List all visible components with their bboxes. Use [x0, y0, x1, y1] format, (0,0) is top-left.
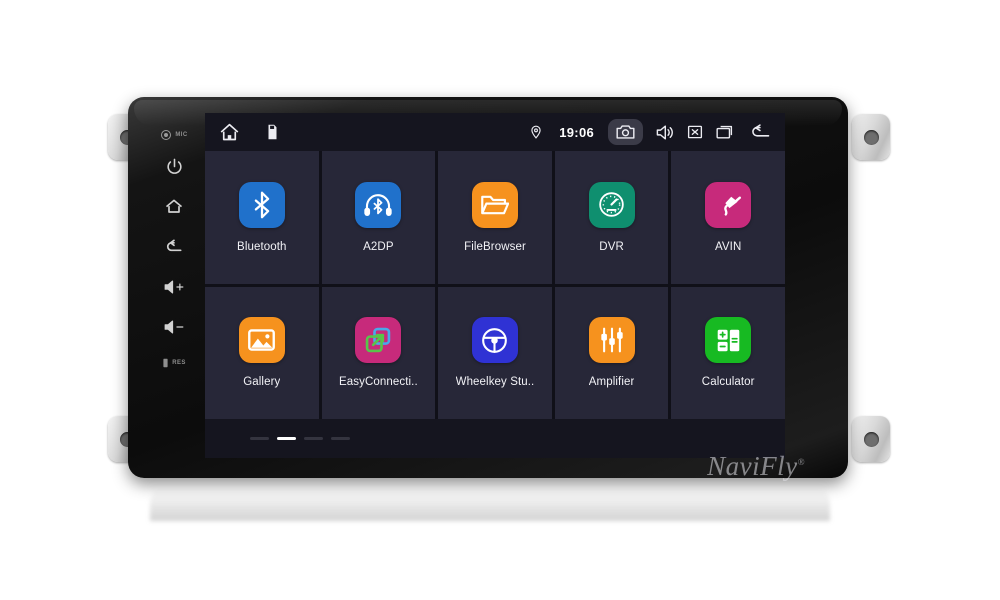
- home-icon[interactable]: [219, 122, 240, 143]
- back-arrow-icon[interactable]: [748, 123, 771, 142]
- steering-wheel-icon: [471, 317, 518, 364]
- page-indicator[interactable]: [205, 419, 785, 458]
- volume-up-button[interactable]: [159, 273, 189, 301]
- app-tile-bluetooth[interactable]: Bluetooth: [205, 151, 319, 284]
- app-label: Bluetooth: [237, 240, 287, 253]
- home-hardkey[interactable]: [159, 193, 189, 221]
- speedometer-icon: [588, 181, 635, 228]
- status-clock: 19:06: [559, 124, 594, 140]
- recent-apps-icon[interactable]: [716, 123, 736, 141]
- mic-button[interactable]: MIC: [159, 128, 189, 143]
- mounting-bracket-top-right: [852, 114, 890, 160]
- app-grid: Bluetooth A2DP FileBrowser DVR AVIN Gall…: [205, 151, 785, 419]
- device-reflection: [150, 479, 830, 521]
- location-pin-icon: [529, 125, 543, 139]
- app-tile-easyconnection[interactable]: EasyConnecti..: [321, 286, 436, 419]
- audio-jack-icon: [705, 181, 752, 228]
- app-tile-gallery[interactable]: Gallery: [205, 286, 319, 419]
- app-tile-a2dp[interactable]: A2DP: [321, 151, 436, 284]
- page-dot-active[interactable]: [277, 437, 296, 440]
- camera-icon[interactable]: [608, 119, 643, 145]
- volume-icon[interactable]: [655, 123, 674, 142]
- bluetooth-icon: [238, 181, 285, 228]
- app-label: Wheelkey Stu..: [455, 376, 535, 389]
- mounting-bracket-bottom-right: [852, 416, 890, 462]
- app-tile-wheelkey-study[interactable]: Wheelkey Stu..: [438, 286, 552, 419]
- app-label: AVIN: [714, 240, 742, 253]
- folder-icon: [471, 181, 518, 228]
- app-label: FileBrowser: [464, 240, 526, 253]
- app-tile-avin[interactable]: AVIN: [671, 151, 785, 284]
- app-tile-amplifier[interactable]: Amplifier: [554, 286, 669, 419]
- app-label: A2DP: [363, 240, 394, 253]
- sd-card-icon[interactable]: [266, 124, 279, 140]
- app-label: Gallery: [243, 376, 281, 389]
- hardkey-column: MIC RES: [150, 120, 198, 370]
- app-tile-filebrowser[interactable]: FileBrowser: [438, 151, 552, 284]
- calculator-icon: [705, 317, 752, 364]
- close-box-icon[interactable]: [686, 123, 704, 141]
- app-tile-dvr[interactable]: DVR: [554, 151, 669, 284]
- back-hardkey[interactable]: [159, 233, 189, 261]
- reset-label: RES: [172, 360, 186, 367]
- app-label: DVR: [599, 240, 624, 253]
- page-dot[interactable]: [250, 437, 269, 440]
- app-tile-calculator[interactable]: Calculator: [671, 286, 785, 419]
- app-label: EasyConnecti..: [339, 376, 418, 389]
- photo-icon: [238, 317, 285, 364]
- page-dot[interactable]: [304, 437, 323, 440]
- app-label: Amplifier: [588, 376, 635, 389]
- status-bar: 19:06: [205, 113, 785, 151]
- volume-down-button[interactable]: [159, 313, 189, 341]
- reset-button[interactable]: RES: [159, 357, 189, 370]
- touchscreen[interactable]: 19:06 Bluetooth A2DP FileBrowser DVR AVI…: [205, 113, 785, 458]
- headphones-icon: [355, 181, 402, 228]
- app-label: Calculator: [701, 376, 755, 389]
- mic-label: MIC: [175, 132, 188, 139]
- screen-share-icon: [355, 317, 402, 364]
- equalizer-icon: [588, 317, 635, 364]
- head-unit-device: MIC RES 19:06 Bluetooth A2DP FileBrowser…: [0, 0, 1000, 600]
- page-dot[interactable]: [331, 437, 350, 440]
- power-button[interactable]: [159, 153, 189, 181]
